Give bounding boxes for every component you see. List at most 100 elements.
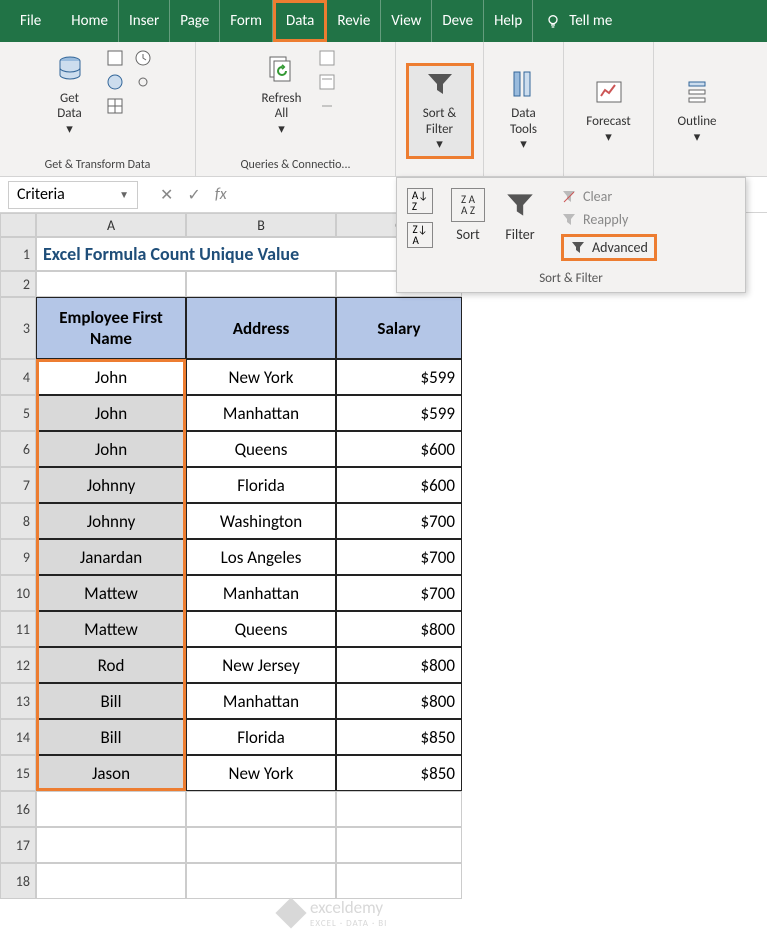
cell-employee[interactable]: John	[36, 431, 186, 467]
cell-address[interactable]: New York	[186, 755, 336, 791]
from-text-button[interactable]	[104, 47, 126, 69]
recent-sources-button[interactable]	[132, 47, 154, 69]
from-web-button[interactable]	[104, 71, 126, 93]
cell-employee[interactable]: Janardan	[36, 539, 186, 575]
cell-employee[interactable]: Bill	[36, 683, 186, 719]
cell[interactable]	[36, 863, 186, 899]
tab-page[interactable]: Page	[170, 0, 220, 42]
filter-button[interactable]: Filter	[503, 188, 537, 243]
refresh-all-button[interactable]: Refresh All▾	[254, 47, 310, 143]
row-header[interactable]: 8	[0, 503, 36, 539]
cell-salary[interactable]: $700	[336, 575, 462, 611]
row-header[interactable]: 3	[0, 297, 36, 359]
edit-links-button[interactable]	[316, 95, 338, 117]
cell-employee[interactable]: Rod	[36, 647, 186, 683]
cell-employee[interactable]: Mattew	[36, 575, 186, 611]
row-header[interactable]: 13	[0, 683, 36, 719]
outline-button[interactable]: Outline▾	[669, 63, 725, 159]
cell-salary[interactable]: $599	[336, 359, 462, 395]
cell-employee[interactable]: Mattew	[36, 611, 186, 647]
col-header-a[interactable]: A	[36, 213, 186, 237]
row-header[interactable]: 12	[0, 647, 36, 683]
cell-address[interactable]: Florida	[186, 467, 336, 503]
cell-address[interactable]: Los Angeles	[186, 539, 336, 575]
row-header[interactable]: 14	[0, 719, 36, 755]
cell-employee[interactable]: Johnny	[36, 503, 186, 539]
row-header[interactable]: 16	[0, 791, 36, 827]
cell-salary[interactable]: $600	[336, 431, 462, 467]
cell-salary[interactable]: $700	[336, 503, 462, 539]
row-header[interactable]: 1	[0, 237, 36, 271]
tab-data[interactable]: Data	[273, 0, 327, 42]
cell-employee[interactable]: Jason	[36, 755, 186, 791]
tab-home[interactable]: Home	[61, 0, 119, 42]
row-header[interactable]: 4	[0, 359, 36, 395]
row-header[interactable]: 5	[0, 395, 36, 431]
forecast-button[interactable]: Forecast▾	[581, 63, 637, 159]
cell[interactable]	[186, 791, 336, 827]
tell-me[interactable]: Tell me	[533, 12, 612, 30]
row-header[interactable]: 10	[0, 575, 36, 611]
cancel-icon[interactable]: ✕	[160, 185, 173, 205]
cell-salary[interactable]: $850	[336, 755, 462, 791]
cell-address[interactable]: New York	[186, 359, 336, 395]
cell-salary[interactable]: $700	[336, 539, 462, 575]
from-table-button[interactable]	[104, 95, 126, 117]
cell-employee[interactable]: Johnny	[36, 467, 186, 503]
header-salary[interactable]: Salary	[336, 297, 462, 359]
cell-address[interactable]: Queens	[186, 611, 336, 647]
tab-review[interactable]: Revie	[327, 0, 381, 42]
get-data-button[interactable]: Get Data▾	[42, 47, 98, 143]
cell-salary[interactable]: $800	[336, 611, 462, 647]
enter-icon[interactable]: ✓	[187, 185, 200, 205]
col-header-b[interactable]: B	[186, 213, 336, 237]
row-header[interactable]: 17	[0, 827, 36, 863]
cell-address[interactable]: Washington	[186, 503, 336, 539]
tab-view[interactable]: View	[381, 0, 432, 42]
row-header[interactable]: 2	[0, 271, 36, 297]
cell-address[interactable]: New Jersey	[186, 647, 336, 683]
tab-formulas[interactable]: Form	[220, 0, 273, 42]
row-header[interactable]: 18	[0, 863, 36, 899]
properties-button[interactable]	[316, 71, 338, 93]
existing-conn-button[interactable]	[132, 71, 154, 93]
cell-employee[interactable]: John	[36, 395, 186, 431]
cell[interactable]	[186, 863, 336, 899]
row-header[interactable]: 11	[0, 611, 36, 647]
data-tools-button[interactable]: Data Tools▾	[496, 63, 552, 159]
fx-icon[interactable]: fx	[215, 185, 227, 205]
cell[interactable]	[336, 791, 462, 827]
row-header[interactable]: 15	[0, 755, 36, 791]
cell[interactable]	[336, 863, 462, 899]
cell[interactable]	[336, 827, 462, 863]
header-employee[interactable]: Employee First Name	[36, 297, 186, 359]
reapply-button[interactable]: Reapply	[561, 211, 657, 228]
cell[interactable]	[36, 271, 186, 297]
cell-employee[interactable]: Bill	[36, 719, 186, 755]
name-box[interactable]: Criteria ▼	[8, 181, 138, 209]
cell[interactable]	[186, 271, 336, 297]
cell-salary[interactable]: $850	[336, 719, 462, 755]
cell[interactable]	[186, 827, 336, 863]
cell-salary[interactable]: $800	[336, 683, 462, 719]
sort-button[interactable]: Z AA Z Sort	[451, 188, 485, 243]
cell-employee[interactable]: John	[36, 359, 186, 395]
advanced-button[interactable]: Advanced	[561, 234, 657, 261]
header-address[interactable]: Address	[186, 297, 336, 359]
row-header[interactable]: 9	[0, 539, 36, 575]
cell[interactable]	[36, 827, 186, 863]
tab-file[interactable]: File	[0, 0, 61, 42]
tab-insert[interactable]: Inser	[119, 0, 170, 42]
cell-address[interactable]: Manhattan	[186, 395, 336, 431]
cell-address[interactable]: Manhattan	[186, 575, 336, 611]
cell-salary[interactable]: $800	[336, 647, 462, 683]
clear-button[interactable]: Clear	[561, 188, 657, 205]
select-all[interactable]	[0, 213, 36, 237]
sort-asc-button[interactable]: A↓Z	[407, 188, 433, 214]
tab-developer[interactable]: Deve	[432, 0, 484, 42]
cell-salary[interactable]: $599	[336, 395, 462, 431]
sort-filter-button[interactable]: Sort & Filter▾	[406, 63, 474, 159]
cell-address[interactable]: Queens	[186, 431, 336, 467]
cell-salary[interactable]: $600	[336, 467, 462, 503]
queries-button[interactable]	[316, 47, 338, 69]
